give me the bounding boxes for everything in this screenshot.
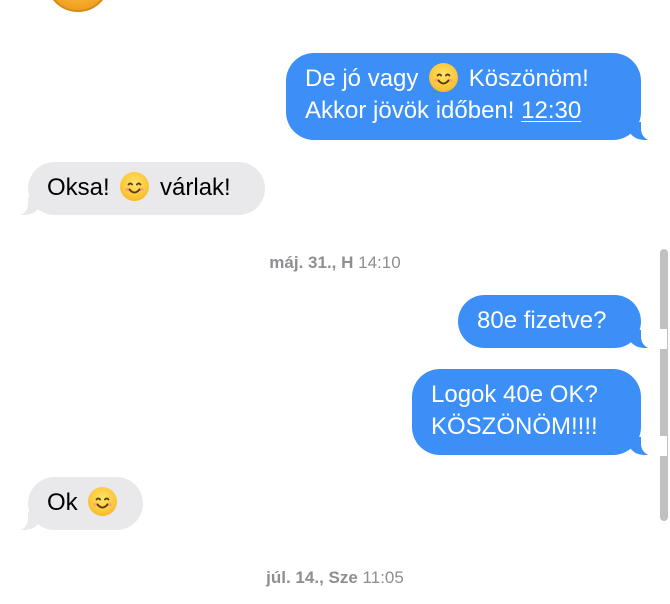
outgoing-message-bubble[interactable]: De jó vagy Köszönöm! Akkor jövök időben!… xyxy=(286,53,667,141)
message-text: KÖSZÖNÖM!!!! xyxy=(431,413,598,440)
outgoing-message-bubble[interactable]: 80e fizetve? xyxy=(458,295,667,349)
outgoing-message-bubble[interactable]: Logok 40e OK? KÖSZÖNÖM!!!! xyxy=(412,369,667,456)
scrollbar[interactable] xyxy=(656,0,670,604)
message-line: De jó vagy Köszönöm! xyxy=(305,63,622,95)
message-line: Ok xyxy=(47,487,124,519)
contact-avatar[interactable] xyxy=(46,0,110,12)
message-text: Oksa! xyxy=(47,174,110,201)
timestamp-time: 14:10 xyxy=(358,253,401,272)
message-line: Akkor jövök időben! 12:30 xyxy=(305,95,622,127)
timestamp-divider: júl. 14., Sze 11:05 xyxy=(0,568,670,588)
scrollbar-thumb[interactable] xyxy=(660,249,668,521)
message-text: 80e fizetve? xyxy=(477,307,607,334)
incoming-message-bubble[interactable]: Oksa! várlak! xyxy=(2,162,265,216)
message-text: Köszönöm! xyxy=(468,65,589,92)
timestamp-date: máj. 31., H xyxy=(269,253,354,272)
message-text: De jó vagy xyxy=(305,65,419,92)
timestamp-date: júl. 14., Sze xyxy=(266,568,358,587)
message-text: Logok 40e OK? xyxy=(431,381,598,408)
detected-time-link[interactable]: 12:30 xyxy=(521,97,581,124)
timestamp-time: 11:05 xyxy=(362,568,404,587)
message-text: Ok xyxy=(47,489,78,516)
message-text: Akkor jövök időben! xyxy=(305,97,515,124)
incoming-message-bubble[interactable]: Ok xyxy=(2,477,143,531)
smiling-face-emoji-icon xyxy=(88,487,118,516)
message-line: Oksa! várlak! xyxy=(47,172,246,204)
message-text: várlak! xyxy=(160,174,231,201)
timestamp-divider: máj. 31., H 14:10 xyxy=(0,253,670,273)
smiling-face-emoji-icon xyxy=(429,63,459,92)
smiling-face-emoji-icon xyxy=(120,172,150,201)
